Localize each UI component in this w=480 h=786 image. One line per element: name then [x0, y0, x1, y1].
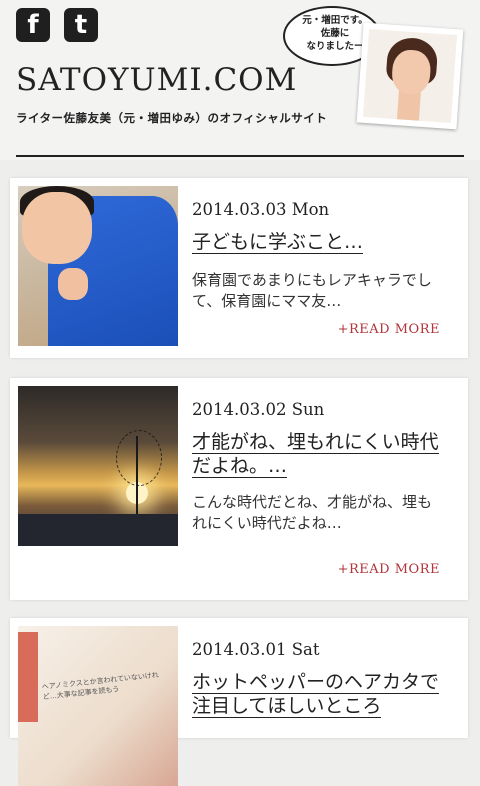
header-divider	[16, 155, 464, 157]
post-card[interactable]: 2014.03.03 Mon 子どもに学ぶこと… 保育園であまりにもレアキャラで…	[10, 178, 468, 358]
read-more-link[interactable]: +READ MORE	[338, 322, 440, 337]
post-date: 2014.03.01 Sat	[192, 640, 320, 659]
post-thumbnail[interactable]: ヘアノミクスとか言われていないけれど…大事な記事を読もう	[18, 626, 178, 786]
post-thumbnail[interactable]	[18, 386, 178, 546]
facebook-icon[interactable]: f	[16, 8, 50, 42]
site-header: f t SATOYUMI.COM ライター佐藤友美（元・増田ゆみ）のオフィシャル…	[0, 0, 480, 160]
post-card[interactable]: 2014.03.02 Sun 才能がね、埋もれにくい時代だよね。… こんな時代だ…	[10, 378, 468, 600]
post-title[interactable]: 子どもに学ぶこと…	[192, 230, 442, 254]
site-title[interactable]: SATOYUMI.COM	[16, 62, 297, 98]
post-date: 2014.03.03 Mon	[192, 200, 330, 219]
post-excerpt: こんな時代だとね、才能がね、埋もれにくい時代だよね…	[192, 493, 433, 532]
post-card[interactable]: ヘアノミクスとか言われていないけれど…大事な記事を読もう 2014.03.01 …	[10, 618, 468, 786]
post-thumbnail[interactable]	[18, 186, 178, 346]
post-date: 2014.03.02 Sun	[192, 400, 325, 419]
post-title[interactable]: ホットペッパーのヘアカタで注目してほしいところ	[192, 670, 442, 718]
profile-photo	[356, 22, 464, 130]
post-title[interactable]: 才能がね、埋もれにくい時代だよね。…	[192, 430, 442, 478]
thumbnail-text: ヘアノミクスとか言われていないけれど…大事な記事を読もう	[41, 671, 160, 702]
site-tagline: ライター佐藤友美（元・増田ゆみ）のオフィシャルサイト	[16, 111, 328, 125]
post-excerpt: 保育園であまりにもレアキャラでして、保育園にママ友…	[192, 271, 432, 310]
twitter-icon[interactable]: t	[64, 8, 98, 42]
read-more-link[interactable]: +READ MORE	[338, 562, 440, 577]
